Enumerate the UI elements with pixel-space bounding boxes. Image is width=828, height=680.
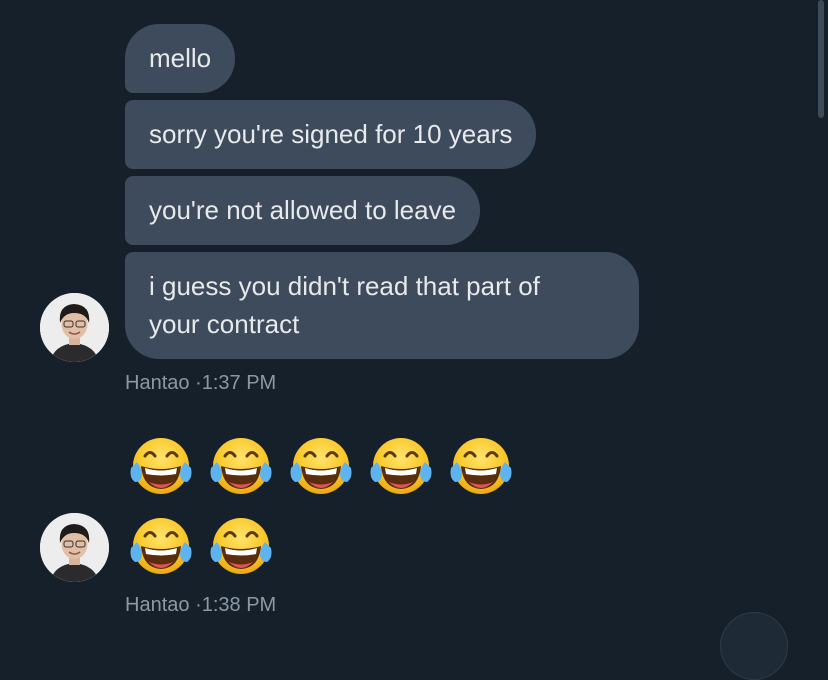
- message-meta-2: Hantao ·1:38 PM: [125, 593, 276, 617]
- face-with-tears-of-joy-icon: [130, 438, 192, 494]
- avatar-photo: [40, 513, 109, 582]
- face-with-tears-of-joy-icon: [370, 438, 432, 494]
- message-time: 1:37 PM: [201, 372, 277, 394]
- emoji-row-1[interactable]: [127, 432, 515, 500]
- scroll-to-bottom-button[interactable]: [720, 612, 788, 680]
- sender-name[interactable]: Hantao: [125, 594, 190, 616]
- message-meta-1: Hantao ·1:37 PM: [125, 371, 276, 395]
- scrollbar-thumb[interactable]: [818, 0, 824, 118]
- avatar-photo: [40, 293, 109, 362]
- sender-avatar[interactable]: [40, 513, 109, 582]
- message-time: 1:38 PM: [201, 594, 277, 616]
- message-bubble-1[interactable]: mello: [125, 24, 236, 93]
- meta-separator: ·: [195, 372, 202, 394]
- message-bubble-4[interactable]: i guess you didn't read that part of you…: [125, 252, 639, 359]
- face-with-tears-of-joy-icon: [210, 438, 272, 494]
- face-with-tears-of-joy-icon: [210, 518, 272, 574]
- sender-avatar[interactable]: [40, 293, 109, 362]
- face-with-tears-of-joy-icon: [290, 438, 352, 494]
- message-bubble-2[interactable]: sorry you're signed for 10 years: [125, 100, 537, 169]
- meta-separator: ·: [195, 594, 202, 616]
- face-with-tears-of-joy-icon: [130, 518, 192, 574]
- message-bubble-3[interactable]: you're not allowed to leave: [125, 176, 481, 245]
- emoji-row-2[interactable]: [127, 512, 275, 580]
- face-with-tears-of-joy-icon: [450, 438, 512, 494]
- sender-name[interactable]: Hantao: [125, 372, 190, 394]
